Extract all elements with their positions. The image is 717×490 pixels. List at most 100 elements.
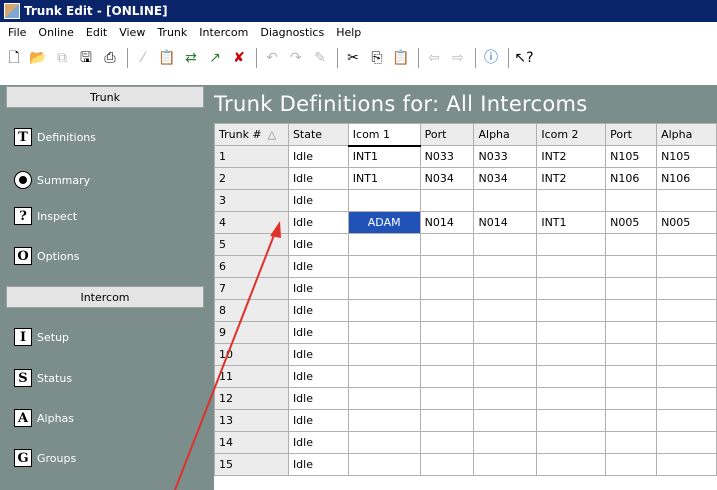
table-cell[interactable] <box>656 321 717 344</box>
table-cell[interactable] <box>605 321 658 344</box>
table-cell[interactable] <box>605 189 658 212</box>
table-cell[interactable] <box>605 409 658 432</box>
row-number-cell[interactable]: 2 <box>214 167 289 190</box>
table-cell[interactable] <box>656 189 717 212</box>
table-cell[interactable] <box>656 233 717 256</box>
table-cell[interactable] <box>347 365 421 388</box>
table-cell[interactable] <box>419 321 475 344</box>
table-cell[interactable] <box>656 409 717 432</box>
table-cell[interactable]: N105 <box>656 145 717 168</box>
table-cell[interactable] <box>347 255 421 278</box>
table-cell[interactable] <box>536 343 607 366</box>
row-number-cell[interactable]: 10 <box>214 343 289 366</box>
back-arrow-icon[interactable]: ⇦ <box>424 48 444 68</box>
table-cell[interactable]: Idle <box>287 321 349 344</box>
table-cell[interactable] <box>656 277 717 300</box>
print-icon[interactable]: ⎙ <box>100 48 120 68</box>
help-pointer-icon[interactable]: ↖? <box>514 48 534 68</box>
open-folder-icon[interactable]: 📂 <box>28 48 48 68</box>
table-cell[interactable] <box>536 387 607 410</box>
table-cell[interactable]: N014 <box>419 211 475 234</box>
table-row[interactable]: 10 Idle <box>214 343 717 366</box>
table-cell[interactable] <box>347 299 421 322</box>
table-cell[interactable]: Idle <box>287 343 349 366</box>
table-cell[interactable] <box>536 189 607 212</box>
new-document-icon[interactable]: 🗋 <box>4 48 24 68</box>
table-cell[interactable] <box>473 321 538 344</box>
table-cell[interactable] <box>656 387 717 410</box>
table-row[interactable]: 11 Idle <box>214 365 717 388</box>
table-cell[interactable]: Idle <box>287 365 349 388</box>
menu-view[interactable]: View <box>113 26 151 39</box>
title-bar[interactable]: Trunk Edit - [ONLINE] <box>0 0 717 22</box>
table-cell[interactable] <box>536 431 607 454</box>
table-cell[interactable] <box>536 409 607 432</box>
table-cell[interactable]: Idle <box>287 453 349 476</box>
table-cell[interactable] <box>473 409 538 432</box>
table-cell[interactable] <box>419 387 475 410</box>
table-cell[interactable]: Idle <box>287 387 349 410</box>
nav-definitions[interactable]: T Definitions <box>14 126 96 148</box>
table-cell[interactable] <box>605 431 658 454</box>
row-number-cell[interactable]: 4 <box>214 211 289 234</box>
table-cell[interactable]: N005 <box>605 211 658 234</box>
table-cell[interactable] <box>536 299 607 322</box>
table-cell[interactable] <box>419 189 475 212</box>
table-row[interactable]: 7 Idle <box>214 277 717 300</box>
cut-icon[interactable]: ✂ <box>343 48 363 68</box>
copy-icon[interactable]: ⧉ <box>52 48 72 68</box>
table-cell[interactable] <box>419 233 475 256</box>
menu-diagnostics[interactable]: Diagnostics <box>254 26 330 39</box>
table-cell[interactable] <box>605 233 658 256</box>
table-cell[interactable]: N034 <box>419 167 475 190</box>
table-cell[interactable]: N106 <box>605 167 658 190</box>
table-cell[interactable] <box>419 343 475 366</box>
table-cell[interactable] <box>536 453 607 476</box>
table-cell[interactable]: INT1 <box>347 167 421 190</box>
table-cell[interactable] <box>605 255 658 278</box>
table-cell[interactable]: Idle <box>287 189 349 212</box>
row-number-cell[interactable]: 3 <box>214 189 289 212</box>
disconnect-icon[interactable]: ✘ <box>229 48 249 68</box>
table-cell[interactable] <box>473 343 538 366</box>
table-cell[interactable] <box>605 299 658 322</box>
table-cell[interactable] <box>473 255 538 278</box>
table-cell[interactable] <box>347 321 421 344</box>
table-row[interactable]: 15 Idle <box>214 453 717 476</box>
table-cell[interactable] <box>419 277 475 300</box>
signal-icon[interactable]: ↗ <box>205 48 225 68</box>
table-cell[interactable]: Idle <box>287 409 349 432</box>
table-cell[interactable] <box>473 453 538 476</box>
row-number-cell[interactable]: 6 <box>214 255 289 278</box>
table-cell[interactable]: Idle <box>287 277 349 300</box>
table-row[interactable]: 8 Idle <box>214 299 717 322</box>
table-cell[interactable] <box>419 453 475 476</box>
undo-icon[interactable]: ↶ <box>262 48 282 68</box>
table-cell[interactable] <box>473 431 538 454</box>
nav-groups[interactable]: G Groups <box>14 447 76 469</box>
table-cell[interactable] <box>419 365 475 388</box>
table-cell[interactable]: Idle <box>287 255 349 278</box>
menu-edit[interactable]: Edit <box>80 26 113 39</box>
table-cell[interactable] <box>347 343 421 366</box>
table-cell[interactable] <box>656 299 717 322</box>
row-number-cell[interactable]: 8 <box>214 299 289 322</box>
row-number-cell[interactable]: 5 <box>214 233 289 256</box>
row-number-cell[interactable]: 11 <box>214 365 289 388</box>
table-cell[interactable] <box>605 453 658 476</box>
table-cell[interactable]: N005 <box>656 211 717 234</box>
table-cell[interactable]: N034 <box>473 167 538 190</box>
table-cell[interactable] <box>347 387 421 410</box>
wand-icon[interactable]: ⁄ <box>133 48 153 68</box>
table-cell[interactable]: INT2 <box>536 145 607 168</box>
table-cell[interactable] <box>473 365 538 388</box>
table-cell[interactable] <box>347 189 421 212</box>
table-cell[interactable] <box>656 453 717 476</box>
table-cell[interactable] <box>347 431 421 454</box>
column-header-port2[interactable]: Port <box>605 123 658 146</box>
table-row[interactable]: 12 Idle <box>214 387 717 410</box>
menu-trunk[interactable]: Trunk <box>151 26 193 39</box>
table-cell[interactable] <box>656 255 717 278</box>
row-number-cell[interactable]: 1 <box>214 145 289 168</box>
column-header-alpha2[interactable]: Alpha <box>656 123 717 146</box>
